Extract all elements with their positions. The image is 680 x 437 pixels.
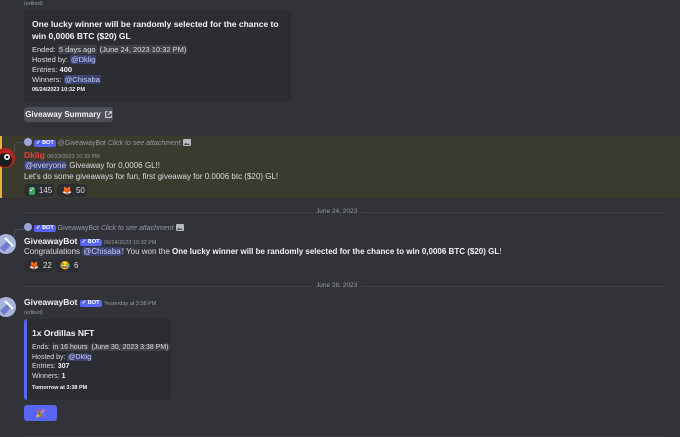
reply-preview[interactable]: ✓ BOT GiveawayBot Click to see attachmen… — [24, 223, 184, 232]
reaction-count: 50 — [75, 186, 85, 195]
field-winners: Winners: 1 — [32, 372, 170, 382]
author-name[interactable]: GiveawayBot — [24, 236, 77, 246]
check-emoji-icon: ✓ — [29, 186, 35, 195]
reply-preview[interactable]: ✓ BOT @GiveawayBot Click to see attachme… — [24, 138, 191, 147]
field-ended: Ended: 5 days ago (June 24, 2023 10:32 P… — [32, 45, 188, 55]
embed-accent-bar — [24, 319, 27, 400]
reaction-fox[interactable]: 🦊 22 — [24, 259, 53, 272]
ended-absolute: (June 24, 2023 10:32 PM) — [98, 45, 188, 54]
external-link-icon — [105, 111, 112, 118]
ended-relative: 5 days ago — [57, 45, 97, 54]
reaction-count: 6 — [73, 261, 79, 270]
bot-badge: ✓ BOT — [33, 140, 56, 147]
message-text: Congratulations @Chisaba! You won the On… — [24, 247, 502, 256]
field-hosted: Hosted by: @Dklig — [32, 55, 187, 65]
field-winners: Winners: @Chisaba — [32, 75, 187, 85]
hosted-label: Hosted by: — [32, 353, 66, 361]
host-mention[interactable]: @Dklig — [69, 55, 97, 64]
winners-value: 1 — [61, 372, 66, 380]
image-icon — [182, 139, 191, 146]
message-line-2: Let's do some giveaways for fun, first g… — [24, 172, 279, 181]
bot-badge: ✓ BOT — [79, 300, 102, 307]
message-header: GiveawayBot ✓ BOT 06/24/2023 10:32 PM — [24, 236, 157, 246]
date-divider: June 24, 2023 — [312, 208, 362, 215]
reply-connector — [14, 142, 24, 152]
bot-badge: ✓ BOT — [79, 239, 102, 246]
reply-connector — [14, 229, 24, 237]
reply-text: Click to see attachment — [100, 225, 174, 232]
winner-mention[interactable]: @Chisaba — [63, 75, 101, 84]
reply-author: GiveawayBot — [57, 225, 99, 232]
giveaway-summary-label: Giveaway Summary — [25, 110, 101, 119]
bot-badge: ✓ BOT — [33, 225, 56, 232]
giveaway-summary-button[interactable]: Giveaway Summary — [24, 107, 113, 122]
date-divider: June 28, 2023 — [312, 282, 362, 289]
timestamp: 06/24/2023 10:32 PM — [103, 240, 157, 246]
reaction-laugh[interactable]: 😂 6 — [55, 259, 80, 272]
prize-text: One lucky winner will be randomly select… — [172, 247, 500, 256]
field-entries: Entries: 400 — [32, 65, 187, 75]
ends-label: Ends: — [32, 344, 50, 351]
reply-avatar — [24, 138, 32, 146]
party-popper-icon: 🎉 — [35, 408, 46, 418]
fox-emoji-icon: 🦊 — [62, 186, 72, 195]
image-icon — [175, 224, 184, 231]
ends-absolute: (June 30, 2023 3:38 PM) — [90, 344, 170, 351]
winner-mention[interactable]: @Chisaba — [82, 247, 122, 256]
entries-label: Entries: — [32, 65, 58, 74]
entries-value: 307 — [57, 363, 70, 370]
winners-label: Winners: — [32, 75, 62, 84]
embed-title: 1x Ordillas NFT — [32, 328, 95, 338]
field-hosted: Hosted by: @Dklig — [32, 353, 170, 363]
field-ends: Ends: in 16 hours (June 30, 2023 3:38 PM… — [32, 343, 170, 353]
reply-author: @GiveawayBot — [57, 140, 107, 147]
avatar-giveawaybot[interactable] — [0, 234, 16, 254]
embed-fields: Ended: 5 days ago (June 24, 2023 10:32 P… — [32, 45, 188, 85]
embed-fields: Ends: in 16 hours (June 30, 2023 3:38 PM… — [32, 343, 170, 381]
timestamp: 06/23/2023 10:33 PM — [47, 154, 100, 160]
author-name[interactable]: GiveawayBot — [24, 297, 77, 307]
reaction-check[interactable]: ✓ 145 — [24, 184, 54, 197]
field-entries: Entries: 307 — [32, 362, 170, 372]
enter-giveaway-button[interactable]: 🎉 — [24, 405, 57, 421]
edited-label: (edited) — [24, 1, 43, 7]
embed-footer: 06/24/2023 10:32 PM — [32, 87, 85, 93]
edited-label: (edited) — [24, 310, 43, 316]
timestamp: Yesterday at 3:38 PM — [103, 301, 157, 307]
author-name[interactable]: Dklig — [24, 150, 45, 160]
ended-label: Ended: — [32, 45, 56, 54]
embed-footer: Tomorrow at 3:38 PM — [32, 385, 88, 391]
fox-emoji-icon: 🦊 — [29, 261, 39, 270]
reply-avatar — [24, 223, 32, 231]
embed-title: One lucky winner will be randomly select… — [32, 19, 279, 41]
ends-relative: in 16 hours — [51, 344, 89, 351]
reaction-count: 145 — [38, 186, 53, 195]
everyone-mention[interactable]: @everyone — [24, 161, 68, 170]
hosted-label: Hosted by: — [32, 55, 68, 64]
giveaway-embed-ended: One lucky winner will be randomly select… — [24, 10, 291, 102]
reply-text: Click to see attachment — [107, 140, 181, 147]
entries-value: 400 — [59, 65, 73, 74]
giveaway-embed-active: 1x Ordillas NFT Ends: in 16 hours (June … — [24, 319, 171, 400]
reaction-fox[interactable]: 🦊 50 — [57, 184, 87, 197]
message-header: Dklig 06/23/2023 10:33 PM — [24, 150, 100, 160]
reaction-count: 22 — [42, 261, 52, 270]
avatar-giveawaybot[interactable] — [0, 297, 16, 317]
host-mention[interactable]: @Dklig — [67, 353, 93, 361]
message-line-1: @everyone Giveaway for 0,0006 GL!! — [24, 161, 160, 170]
entries-label: Entries: — [32, 363, 56, 370]
message-text: Giveaway for 0,0006 GL!! — [67, 161, 160, 170]
message-header: GiveawayBot ✓ BOT Yesterday at 3:38 PM — [24, 297, 156, 307]
winners-label: Winners: — [32, 372, 60, 380]
laugh-emoji-icon: 😂 — [60, 261, 70, 270]
